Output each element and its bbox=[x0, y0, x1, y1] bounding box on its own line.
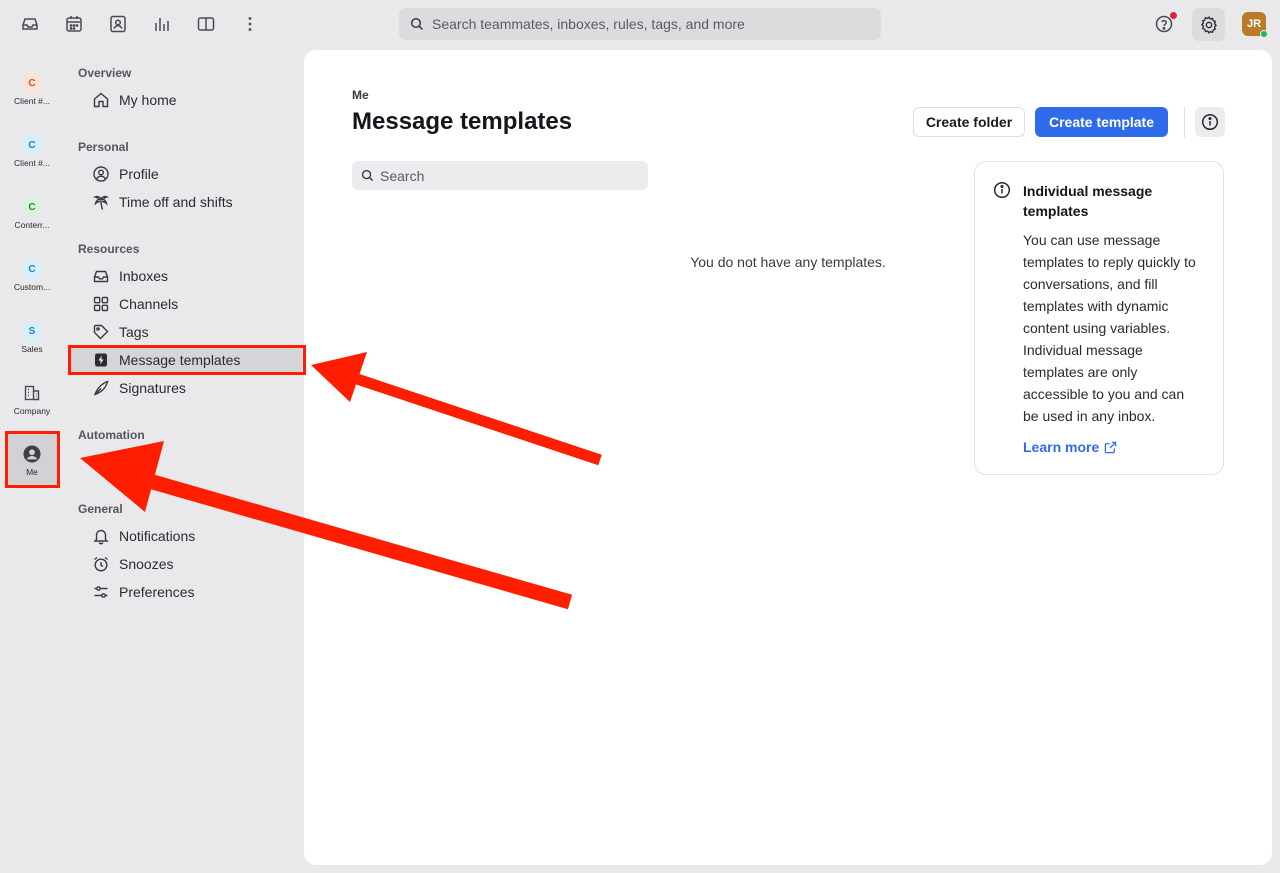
nav-item-inboxes[interactable]: Inboxes bbox=[70, 263, 302, 289]
annotation-highlight-message-templates bbox=[68, 345, 306, 375]
nav-item-preferences[interactable]: Preferences bbox=[70, 579, 302, 605]
workspace-label: Sales bbox=[21, 344, 43, 354]
alarm-clock-icon bbox=[92, 555, 110, 573]
workspace-client-2[interactable]: C Client #... bbox=[6, 124, 58, 178]
external-link-icon bbox=[1099, 441, 1117, 454]
global-search-placeholder: Search teammates, inboxes, rules, tags, … bbox=[432, 16, 745, 32]
more-vertical-icon[interactable] bbox=[236, 10, 264, 38]
nav-section-general: General bbox=[78, 502, 123, 516]
tag-icon bbox=[92, 323, 110, 341]
nav-item-label: Preferences bbox=[119, 584, 195, 600]
nav-section-personal: Personal bbox=[78, 140, 129, 154]
learn-more-label: Learn more bbox=[1023, 439, 1100, 455]
learn-more-link[interactable]: Learn more bbox=[1023, 439, 1117, 455]
empty-state-message: You do not have any templates. bbox=[690, 254, 886, 270]
palm-tree-icon bbox=[92, 193, 110, 211]
nav-item-profile[interactable]: Profile bbox=[70, 161, 302, 187]
nav-item-my-home[interactable]: My home bbox=[70, 87, 302, 113]
nav-item-label: My home bbox=[119, 92, 177, 108]
main-panel: Me Message templates Create folder Creat… bbox=[304, 50, 1272, 865]
workspace-initial: C bbox=[23, 136, 41, 154]
page-title: Message templates bbox=[352, 108, 573, 135]
workspace-label: Company bbox=[13, 406, 51, 416]
nav-item-label: Inboxes bbox=[119, 268, 169, 284]
nav-item-label: Notifications bbox=[119, 528, 196, 544]
global-search-input[interactable]: Search teammates, inboxes, rules, tags, … bbox=[399, 8, 881, 40]
annotation-highlight-me bbox=[5, 431, 60, 488]
notification-dot bbox=[1170, 12, 1177, 19]
workspace-initial: C bbox=[23, 74, 41, 92]
nav-item-signatures[interactable]: Signatures bbox=[70, 375, 302, 401]
online-status-dot bbox=[1260, 30, 1268, 38]
contacts-icon[interactable] bbox=[104, 10, 132, 38]
info-card: Individual message templates You can use… bbox=[974, 161, 1224, 475]
knowledge-base-icon[interactable] bbox=[192, 10, 220, 38]
nav-item-label: Time off and shifts bbox=[119, 194, 233, 210]
sliders-icon bbox=[92, 583, 110, 601]
nav-item-label: Tags bbox=[119, 324, 149, 340]
workspace-label: Client #... bbox=[14, 96, 50, 106]
search-icon bbox=[410, 17, 424, 31]
info-icon bbox=[1201, 113, 1219, 131]
feather-icon bbox=[92, 379, 110, 397]
workspace-client-1[interactable]: C Client #... bbox=[6, 62, 58, 116]
info-card-heading: Individual message templates bbox=[1023, 183, 1153, 219]
inbox-icon bbox=[92, 267, 110, 285]
nav-item-channels[interactable]: Channels bbox=[70, 291, 302, 317]
nav-section-overview: Overview bbox=[78, 66, 132, 80]
create-folder-button[interactable]: Create folder bbox=[913, 107, 1025, 137]
toolbar-divider bbox=[1184, 107, 1185, 137]
gear-icon bbox=[1199, 15, 1219, 35]
template-search-input[interactable]: Search bbox=[352, 161, 648, 190]
template-search-placeholder: Search bbox=[380, 167, 425, 184]
info-icon bbox=[993, 181, 1011, 199]
inbox-icon[interactable] bbox=[16, 10, 44, 38]
workspace-sales[interactable]: S Sales bbox=[6, 310, 58, 364]
nav-item-tags[interactable]: Tags bbox=[70, 319, 302, 345]
nav-item-notifications[interactable]: Notifications bbox=[70, 523, 302, 549]
workspace-label: Conterr... bbox=[14, 220, 50, 230]
home-icon bbox=[92, 91, 110, 109]
profile-icon bbox=[92, 165, 110, 183]
create-template-button[interactable]: Create template bbox=[1035, 107, 1168, 137]
workspace-content[interactable]: C Conterr... bbox=[6, 186, 58, 240]
building-icon bbox=[23, 384, 41, 402]
workspace-customer[interactable]: C Custom... bbox=[6, 248, 58, 302]
avatar-initials: JR bbox=[1246, 18, 1262, 30]
workspace-initial: C bbox=[23, 260, 41, 278]
workspace-initial: S bbox=[23, 322, 41, 340]
workspace-initial: C bbox=[23, 198, 41, 216]
user-avatar[interactable]: JR bbox=[1242, 12, 1268, 38]
workspace-label: Custom... bbox=[13, 282, 51, 292]
nav-item-time-off[interactable]: Time off and shifts bbox=[70, 189, 302, 215]
info-card-body: You can use message templates to reply q… bbox=[1023, 232, 1196, 424]
info-button[interactable] bbox=[1195, 107, 1225, 137]
workspace-company[interactable]: Company bbox=[6, 372, 58, 426]
search-icon bbox=[361, 169, 374, 182]
nav-item-label: Signatures bbox=[119, 380, 186, 396]
nav-section-resources: Resources bbox=[78, 242, 140, 256]
nav-item-label: Snoozes bbox=[119, 556, 174, 572]
breadcrumb: Me bbox=[352, 88, 369, 102]
nav-item-label: Profile bbox=[119, 166, 159, 182]
help-icon[interactable] bbox=[1150, 10, 1178, 38]
top-bar: Search teammates, inboxes, rules, tags, … bbox=[0, 0, 1280, 50]
settings-button[interactable] bbox=[1192, 8, 1225, 41]
nav-item-snoozes[interactable]: Snoozes bbox=[70, 551, 302, 577]
analytics-icon[interactable] bbox=[148, 10, 176, 38]
workspace-label: Client #... bbox=[14, 158, 50, 168]
bell-icon bbox=[92, 527, 110, 545]
nav-item-label: Channels bbox=[119, 296, 179, 312]
nav-section-automation: Automation bbox=[78, 428, 145, 442]
grid-icon bbox=[92, 295, 110, 313]
calendar-icon[interactable] bbox=[60, 10, 88, 38]
